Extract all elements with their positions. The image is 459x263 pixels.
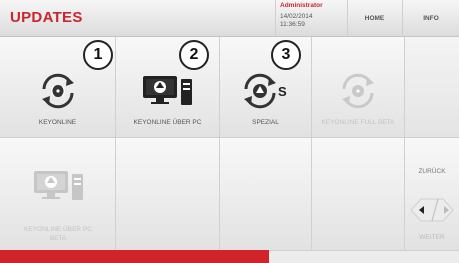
tile-label-keyonline: KEYONLINE [38, 119, 77, 126]
pager-empty-slot [405, 37, 459, 138]
tile-label-keyonline-ueber-pc: KEYONLINE ÜBER PC [133, 119, 202, 126]
svg-text:S: S [278, 84, 287, 99]
back-label[interactable]: ZURÜCK [405, 168, 459, 175]
special-refresh-icon: S [244, 73, 287, 109]
empty-tile [312, 138, 405, 251]
current-date: 14/02/2014 [280, 13, 313, 20]
empty-tile [116, 138, 220, 251]
arrow-right-icon[interactable] [441, 205, 451, 215]
callout-badge-3: 3 [271, 40, 301, 70]
page-title: UPDATES [10, 9, 83, 26]
updates-screen: UPDATES Administrator 14/02/2014 11:36:5… [0, 0, 459, 263]
user-name: Administrator [280, 2, 323, 9]
keyonline-refresh-icon [42, 73, 74, 109]
top-bar: UPDATES Administrator 14/02/2014 11:36:5… [0, 0, 459, 37]
tile-keyonline-ueber-pc-beta: KEYONLINE ÜBER PC BETA [0, 138, 116, 251]
tile-label-spezial: SPEZIAL [252, 119, 279, 126]
arrow-left-icon[interactable] [417, 205, 427, 215]
tile-label-keyonline-full-beta: KEYONLINE FULL BETA [321, 119, 395, 126]
home-button[interactable]: HOME [347, 0, 403, 36]
next-label[interactable]: WEITER [405, 234, 459, 241]
current-time: 11:36:59 [280, 21, 305, 28]
red-footer-bar [0, 250, 269, 263]
pager: ZURÜCK WEITER [405, 138, 459, 251]
tile-keyonline-full-beta: KEYONLINE FULL BETA [312, 37, 405, 138]
user-info: Administrator 14/02/2014 11:36:59 [275, 0, 348, 36]
tile-label-keyonline-ueber-pc-beta: KEYONLINE ÜBER PC BETA [24, 226, 92, 242]
callout-badge-1: 1 [83, 40, 113, 70]
computer-tower-icon [143, 76, 192, 105]
empty-tile [220, 138, 312, 251]
info-button[interactable]: INFO [403, 0, 459, 36]
callout-badge-2: 2 [179, 40, 209, 70]
computer-tower-icon [34, 171, 83, 200]
keyonline-refresh-icon [342, 73, 374, 109]
